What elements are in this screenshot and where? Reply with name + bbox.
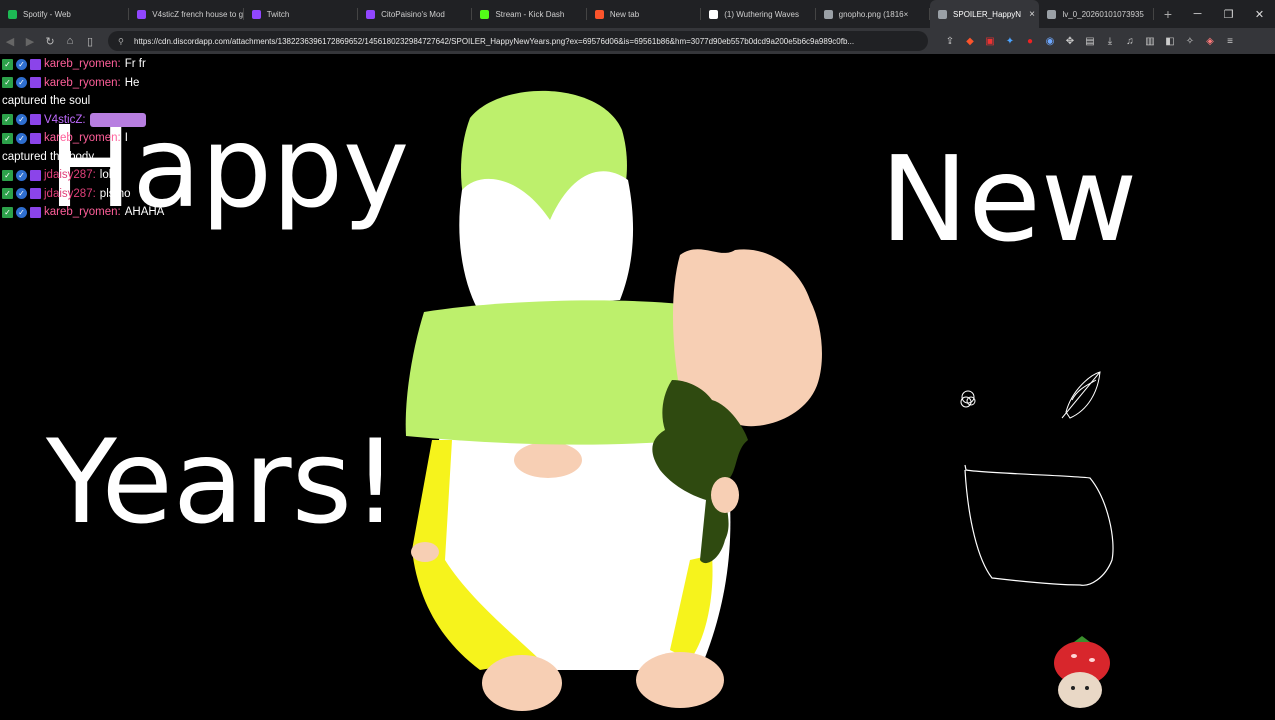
chat-username[interactable]: jdaisy287	[44, 166, 93, 185]
chat-message: ✓ ✓ jdaisy287: lol	[2, 166, 164, 185]
chat-username[interactable]: kareb_ryomen	[44, 74, 118, 93]
twitch-badge-icon	[30, 77, 41, 89]
twitch-badge-icon	[30, 188, 41, 200]
chat-overlay: ✓ ✓ kareb_ryomen: Fr fr ✓ ✓ kareb_ryomen: He cap…	[2, 55, 164, 222]
verified-badge-icon: ✓	[16, 206, 27, 218]
chat-text: AHAHA	[124, 206, 165, 218]
chat-message: captured the soul	[2, 92, 164, 111]
twitch-badge-icon	[30, 132, 41, 144]
right-foot	[636, 652, 724, 708]
chat-username[interactable]: jdaisy287	[44, 185, 93, 204]
chat-badge-icon: ✓	[2, 206, 13, 218]
verified-badge-icon: ✓	[16, 114, 27, 126]
twitch-badge-icon	[30, 114, 41, 126]
chat-badge-icon: ✓	[2, 132, 13, 144]
verified-badge-icon: ✓	[16, 58, 27, 70]
chat-text: captured the soul	[2, 95, 91, 107]
chat-emote	[89, 112, 146, 127]
gnome-nose	[514, 442, 582, 478]
left-foot-skin	[411, 542, 439, 562]
twitch-badge-icon	[30, 206, 41, 218]
chat-badge-icon: ✓	[2, 77, 13, 89]
chat-username[interactable]: V4sticZ	[44, 111, 82, 130]
scribble-leaf	[1061, 371, 1101, 419]
verified-badge-icon: ✓	[16, 77, 27, 89]
chat-message: ✓ ✓ kareb_ryomen: AHAHA	[2, 203, 164, 222]
chat-text: captured the body	[2, 150, 95, 163]
left-foot	[482, 655, 562, 711]
chat-message: captured the body	[2, 148, 164, 167]
chat-message: ✓ ✓ kareb_ryomen: I	[2, 129, 164, 148]
chat-badge-icon: ✓	[2, 58, 13, 70]
chat-username[interactable]: kareb_ryomen	[44, 129, 118, 148]
chat-text: pls no	[99, 187, 131, 200]
word-years: Years!	[46, 415, 399, 550]
gnome-green-arm	[405, 300, 700, 445]
strawberry-cat-sticker	[1054, 636, 1110, 708]
twitch-badge-icon	[30, 58, 41, 70]
verified-badge-icon: ✓	[16, 132, 27, 144]
verified-badge-icon: ✓	[16, 188, 27, 200]
chat-message: ✓ ✓ jdaisy287: pls no	[2, 185, 164, 204]
chat-text: lol	[99, 169, 112, 181]
chat-text: Fr fr	[124, 58, 146, 70]
scribble-small	[960, 390, 976, 408]
chat-badge-icon: ✓	[2, 114, 13, 126]
chat-badge-icon: ✓	[2, 169, 13, 181]
chat-message: ✓ ✓ V4sticZ:	[2, 111, 164, 130]
verified-badge-icon: ✓	[16, 169, 27, 181]
chat-badge-icon: ✓	[2, 188, 13, 200]
chat-text: I	[124, 132, 128, 144]
word-new: New	[880, 130, 1138, 268]
chat-message: ✓ ✓ kareb_ryomen: He	[2, 74, 164, 93]
twitch-badge-icon	[30, 169, 41, 181]
chat-username[interactable]: kareb_ryomen	[44, 203, 118, 222]
chat-message: ✓ ✓ kareb_ryomen: Fr fr	[2, 55, 164, 74]
scribble-box	[964, 464, 1114, 586]
chat-username[interactable]: kareb_ryomen	[44, 55, 118, 74]
chat-text: He	[124, 76, 140, 89]
small-hand	[711, 477, 739, 513]
